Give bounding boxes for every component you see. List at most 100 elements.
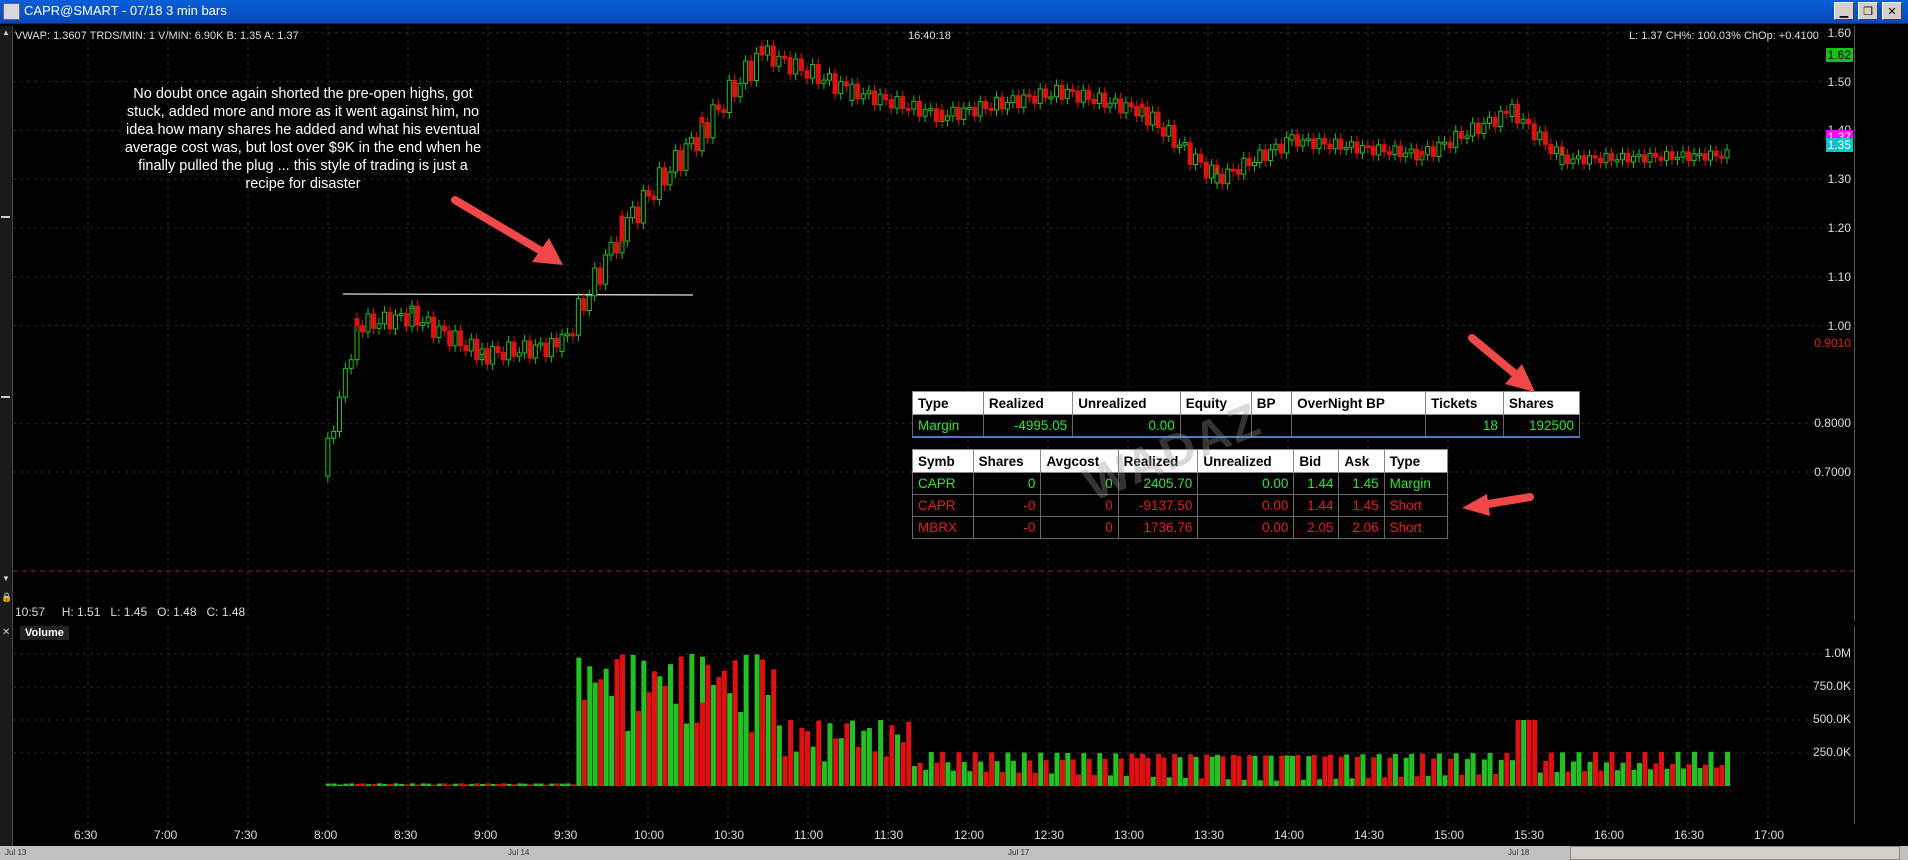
candle-body [548,337,554,358]
candle-body [1370,145,1376,156]
lock-icon[interactable]: 🔒 [1,592,12,603]
column-header[interactable]: Shares [1502,391,1581,415]
column-header[interactable]: Type [912,391,984,415]
volume-bar [793,751,799,786]
table-cell: 0 [1040,516,1119,539]
candle-body [527,340,533,359]
candle-body [877,93,883,106]
column-header[interactable]: Realized [982,391,1074,415]
volume-bar [1049,773,1055,786]
volume-bar [1273,780,1279,786]
time-tick-label: 15:00 [1434,828,1465,842]
candle-body [866,90,872,95]
scroll-up-icon[interactable]: ▲ [2,28,10,37]
time-tick-label: 17:00 [1754,828,1785,842]
candle-body [479,348,485,355]
column-header[interactable]: Shares [972,449,1042,473]
volume-bar [581,699,587,786]
candle-body [688,137,694,145]
candle-body [1134,106,1140,117]
candle-body [511,341,517,357]
volume-bar [1631,769,1637,786]
volume-bar [716,677,722,786]
candle-body [1675,156,1680,160]
volume-bar [1209,756,1215,786]
table-row[interactable]: MBRX -0 0 1736.76 0.00 2.05 2.06 Short [912,516,1449,539]
candle-body [1397,145,1403,158]
volume-bar [1515,720,1521,786]
close-button[interactable]: ✕ [1882,2,1902,20]
candle-body [1112,98,1118,104]
candle-body [1070,89,1076,93]
volume-bar [994,761,1000,786]
table-cell: 192500 [1502,414,1581,437]
candle-body [1498,110,1504,127]
column-header[interactable]: Tickets [1425,391,1504,415]
candle-body [1305,138,1311,142]
minimize-button[interactable]: ▁ [1834,2,1854,20]
volume-bar [1010,760,1016,786]
left-scrollbar[interactable]: ▲ ▼ 🔒 ✕ [0,26,13,860]
candle-body [1408,148,1414,154]
candle-body [1425,146,1431,156]
candle-body [506,341,512,361]
volume-bar [528,784,533,786]
candle-body [1447,141,1453,148]
column-header[interactable]: OverNight BP [1291,391,1427,415]
close-pane-icon[interactable]: ✕ [2,627,10,638]
candle-body [1653,152,1658,158]
column-header[interactable]: Unrealized [1072,391,1181,415]
maximize-button[interactable]: ❐ [1858,2,1878,20]
volume-bar [1295,755,1301,786]
volume-bar [490,783,496,786]
candle-body [999,96,1005,110]
candle-body [586,295,592,311]
table-row[interactable]: CAPR -0 0 -9137.50 0.00 1.44 1.45 Short [912,494,1449,517]
volume-tick-label: 250.0K [1812,745,1851,759]
candle-body [1230,168,1236,172]
candle-body [1697,153,1702,157]
candle-body [883,93,889,101]
volume-bar [1231,754,1237,786]
candle-body [1642,154,1647,163]
volume-bar [469,783,475,786]
candle-body [1686,151,1691,162]
column-header[interactable]: Ask [1338,449,1385,473]
volume-bar [689,654,695,786]
volume-bar [710,685,716,786]
candle-body [1037,88,1043,104]
volume-bar [895,734,900,786]
candle-body [500,351,506,361]
volume-bar [1177,757,1183,786]
volume-bar [928,751,934,786]
candle-body [1278,143,1284,154]
candle-body [1246,157,1252,167]
candle-body [933,108,939,122]
volume-bar [1156,753,1162,786]
candle-body [1587,155,1592,165]
volume-chart-pane[interactable]: Volume 1.0M 750.0K 500.0K 250.0K [13,626,1855,824]
column-header[interactable]: Symb [912,449,974,473]
ohlc-readout: 10:57 H: 1.51 L: 1.45 O: 1.48 C: 1.48 [15,605,245,619]
candle-body [662,167,668,186]
table-cell: 0.00 [1197,516,1295,539]
candle-body [821,79,827,84]
volume-bar [1150,776,1156,786]
candle-body [1680,151,1686,158]
volume-bar [1140,753,1145,786]
volume-bar [844,723,850,786]
candle-body [1015,95,1021,108]
scroll-down-icon[interactable]: ▼ [2,574,10,583]
table-cell: 1.45 [1338,494,1385,517]
candle-body [798,58,804,72]
volume-bar [1681,768,1686,786]
horizontal-scrollbar[interactable] [1570,846,1900,860]
volume-bar [1054,752,1060,786]
volume-bar [1166,777,1172,786]
candle-body [715,104,721,111]
volume-bar [1038,752,1044,786]
column-header[interactable]: Bid [1293,449,1340,473]
column-header[interactable]: Type [1383,449,1449,473]
volume-bar [1521,720,1527,786]
column-header[interactable]: BP [1250,391,1293,415]
